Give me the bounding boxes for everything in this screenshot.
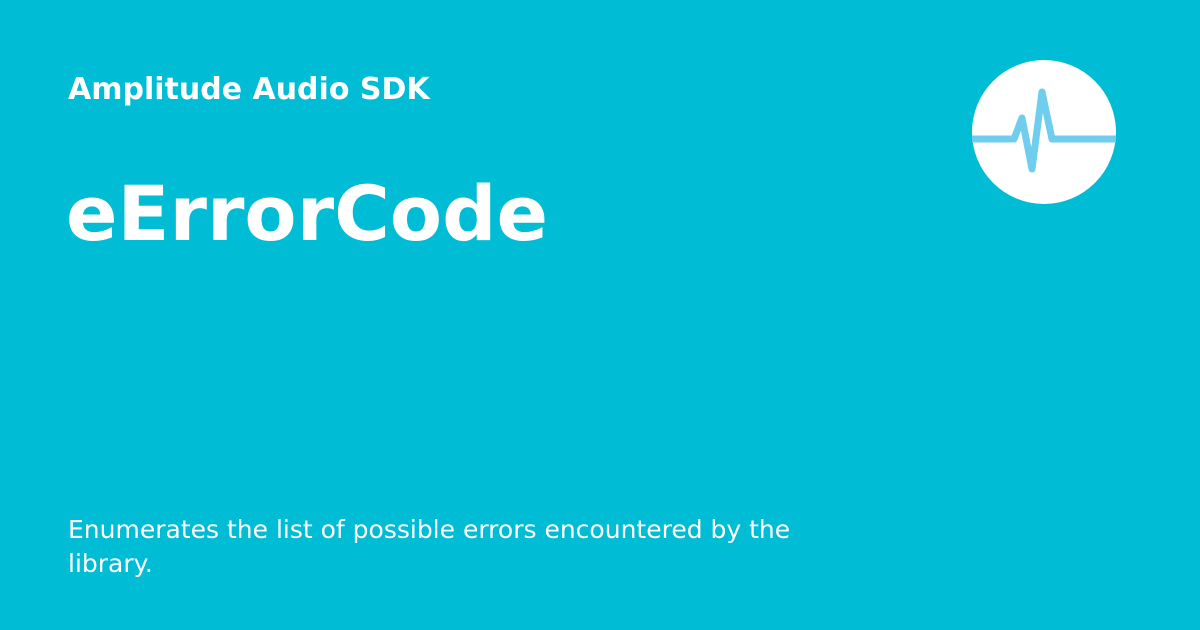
site-name: Amplitude Audio SDK: [68, 72, 430, 107]
social-card: Amplitude Audio SDK eErrorCode Enumerate…: [0, 0, 1200, 630]
page-description: Enumerates the list of possible errors e…: [68, 515, 791, 578]
logo: [972, 60, 1116, 204]
logo-circle: [972, 60, 1116, 204]
page-title: eErrorCode: [66, 169, 549, 258]
audio-waveform-icon: [972, 60, 1116, 204]
